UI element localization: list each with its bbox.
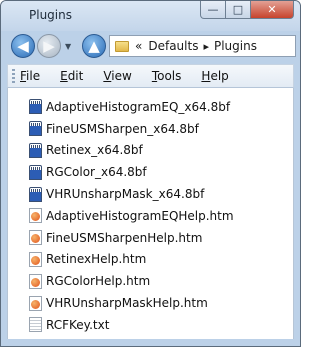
close-button[interactable]: ✕ (251, 1, 294, 19)
file-item[interactable]: Retinex_x64.8bf (29, 140, 234, 162)
html-file-icon (29, 230, 42, 246)
menu-bar: File Edit View Tools Help (7, 64, 294, 88)
html-file-icon (29, 251, 42, 267)
breadcrumb-defaults[interactable]: Defaults (148, 39, 198, 53)
up-arrow-icon: ▲ (88, 37, 100, 55)
plugin-file-icon (29, 142, 42, 158)
plugin-file-icon (29, 186, 42, 202)
menu-view-rest: iew (111, 69, 132, 83)
menu-help-rest: elp (210, 69, 229, 83)
menu-tools-rest: ools (157, 69, 182, 83)
file-item[interactable]: RGColor_x64.8bf (29, 161, 234, 183)
menu-tools[interactable]: Tools (140, 69, 190, 83)
file-item[interactable]: AdaptiveHistogramEQ_x64.8bf (29, 96, 234, 118)
menu-edit-accel: E (60, 69, 68, 83)
html-file-icon (29, 208, 42, 224)
plugin-file-icon (29, 121, 42, 137)
html-file-icon (29, 273, 42, 289)
menu-edit-rest: dit (67, 69, 84, 83)
recent-pages-dropdown[interactable]: ▼ (65, 42, 71, 51)
navigation-bar: ◀ ▶ ▼ ▲ « Defaults ▸ Plugins (1, 31, 300, 63)
file-item[interactable]: RGColorHelp.htm (29, 270, 234, 292)
menu-file-rest: ile (26, 69, 41, 83)
folder-icon (115, 40, 129, 52)
plugin-file-icon (29, 164, 42, 180)
menu-help[interactable]: Help (189, 69, 236, 83)
file-name: RetinexHelp.htm (46, 252, 147, 267)
file-item[interactable]: FineUSMSharpenHelp.htm (29, 227, 234, 249)
minimize-button[interactable]: — (200, 1, 226, 19)
file-name: RGColor_x64.8bf (46, 165, 147, 180)
file-list: AdaptiveHistogramEQ_x64.8bf FineUSMSharp… (29, 96, 234, 336)
menu-view[interactable]: View (91, 69, 139, 83)
file-name: VHRUnsharpMask_x64.8bf (46, 187, 205, 202)
forward-arrow-icon: ▶ (43, 37, 55, 55)
html-file-icon (29, 295, 42, 311)
file-name: RGColorHelp.htm (46, 274, 151, 289)
forward-button[interactable]: ▶ (37, 34, 61, 58)
file-name: FineUSMSharpenHelp.htm (46, 230, 203, 245)
file-item[interactable]: FineUSMSharpen_x64.8bf (29, 118, 234, 140)
file-name: RCFKey.txt (46, 317, 110, 332)
window-controls: — □ ✕ (200, 1, 294, 20)
file-item[interactable]: VHRUnsharpMaskHelp.htm (29, 292, 234, 314)
file-item[interactable]: VHRUnsharpMask_x64.8bf (29, 183, 234, 205)
file-item[interactable]: RCFKey.txt (29, 314, 234, 336)
menu-edit[interactable]: Edit (48, 69, 91, 83)
maximize-button[interactable]: □ (226, 1, 251, 19)
window-bottom-border (1, 339, 300, 346)
file-list-pane: AdaptiveHistogramEQ_x64.8bf FineUSMSharp… (7, 88, 294, 341)
file-name: VHRUnsharpMaskHelp.htm (46, 296, 208, 311)
breadcrumb-plugins[interactable]: Plugins (214, 39, 257, 53)
file-item[interactable]: AdaptiveHistogramEQHelp.htm (29, 205, 234, 227)
plugin-file-icon (29, 99, 42, 115)
file-name: AdaptiveHistogramEQ_x64.8bf (46, 99, 231, 114)
file-item[interactable]: RetinexHelp.htm (29, 249, 234, 271)
breadcrumb-separator-icon[interactable]: ▸ (203, 40, 209, 53)
address-bar[interactable]: « Defaults ▸ Plugins (109, 35, 296, 57)
text-file-icon (29, 317, 42, 333)
file-name: AdaptiveHistogramEQHelp.htm (46, 208, 234, 223)
back-button[interactable]: ◀ (11, 34, 35, 58)
up-button[interactable]: ▲ (82, 34, 106, 58)
title-bar[interactable]: Plugins — □ ✕ (1, 1, 300, 31)
menu-grip-icon (12, 69, 15, 83)
address-overflow-chevron[interactable]: « (135, 39, 142, 53)
file-name: Retinex_x64.8bf (46, 143, 143, 158)
back-arrow-icon: ◀ (17, 37, 29, 55)
file-name: FineUSMSharpen_x64.8bf (46, 121, 199, 136)
explorer-window: Plugins — □ ✕ ◀ ▶ ▼ ▲ « Defaults ▸ Plugi… (0, 0, 301, 347)
window-title: Plugins (29, 8, 72, 22)
